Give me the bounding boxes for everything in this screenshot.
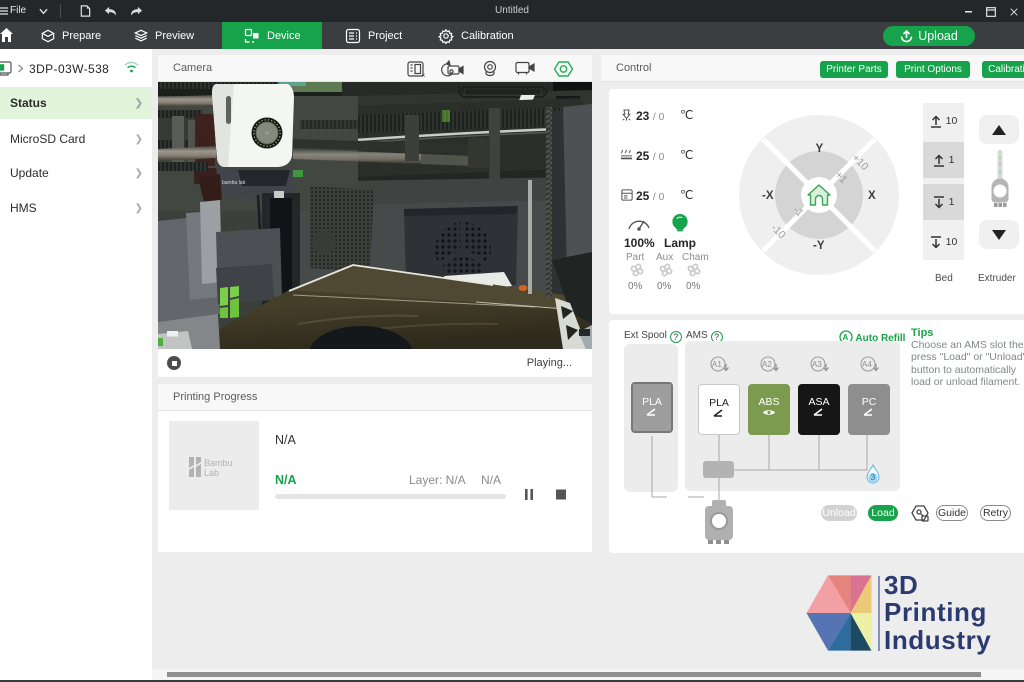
svg-text:x: x	[422, 73, 425, 78]
svg-text:Lab: Lab	[204, 468, 219, 477]
svg-text:-X: -X	[762, 190, 774, 202]
svg-text:A2: A2	[762, 360, 772, 369]
svg-text:A4: A4	[862, 360, 872, 369]
svg-text:A1: A1	[712, 360, 722, 369]
svg-text:Y: Y	[816, 143, 824, 155]
svg-text:bambu lab: bambu lab	[222, 180, 246, 186]
svg-text:3: 3	[871, 472, 876, 482]
svg-text:-Y: -Y	[813, 240, 825, 252]
svg-text:A3: A3	[812, 360, 822, 369]
svg-text:Bambu: Bambu	[204, 458, 233, 468]
svg-text:X: X	[868, 190, 876, 202]
